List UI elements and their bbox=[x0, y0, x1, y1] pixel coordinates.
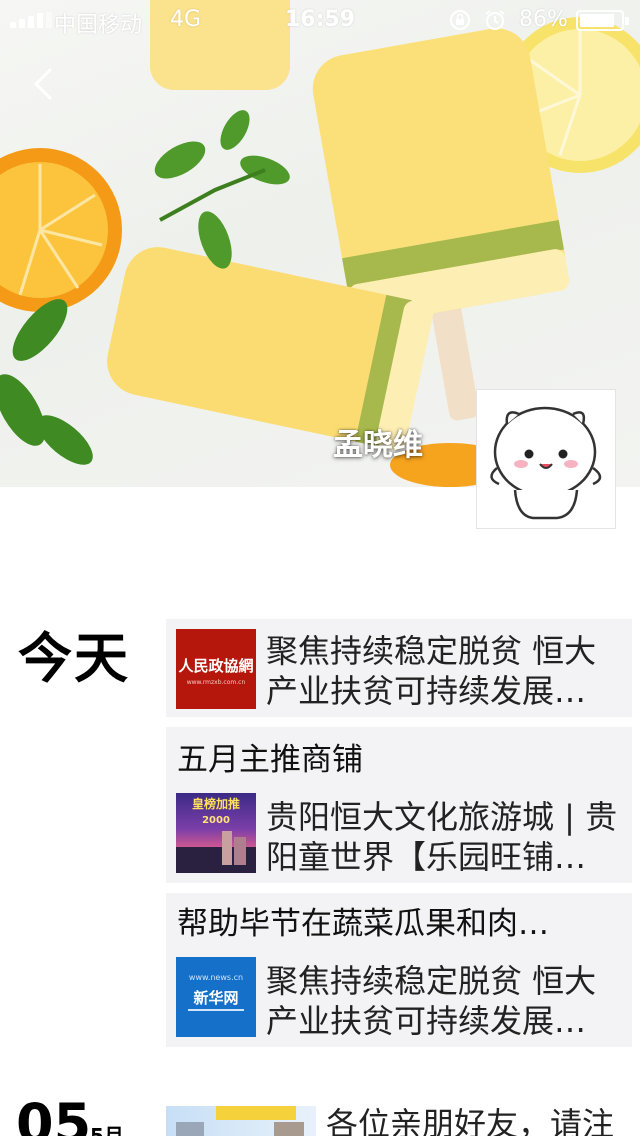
xinhua-thumbnail: www.news.cn 新华网 bbox=[176, 957, 256, 1037]
status-bar: 中国移动 4G 16:59 86% bbox=[0, 0, 640, 40]
post-title: 五月主推商铺 bbox=[177, 742, 363, 778]
thumb-caption: 皇榜加推 bbox=[191, 797, 240, 811]
mall-promo-thumbnail: 皇榜加推 2000 bbox=[176, 793, 256, 873]
rmzx-thumbnail: 人民政協網 www.rmzxb.com.cn bbox=[176, 629, 256, 709]
thumb-caption: 人民政協網 bbox=[178, 657, 254, 675]
thumb-sub: 2000 bbox=[202, 815, 230, 826]
next-post-summary[interactable]: 各位亲朋好友，请注 bbox=[326, 1104, 614, 1136]
profile-avatar[interactable] bbox=[476, 389, 616, 529]
post-summary: 聚焦持续稳定脱贫 恒大产业扶贫可持续发展… bbox=[266, 962, 597, 1040]
post-card-3[interactable]: 帮助毕节在蔬菜瓜果和肉… www.news.cn 新华网 聚焦持续稳定脱贫 恒大… bbox=[166, 893, 632, 1047]
back-chevron-icon[interactable] bbox=[28, 64, 58, 104]
alarm-icon bbox=[485, 10, 505, 30]
rotation-lock-icon bbox=[450, 10, 470, 30]
thumb-sub: www.news.cn bbox=[188, 973, 244, 982]
post-card-2[interactable]: 五月主推商铺 皇榜加推 2000 贵阳恒大文化旅游城 | 贵阳童世界【乐园旺铺… bbox=[166, 727, 632, 883]
post-summary: 聚焦持续稳定脱贫 恒大产业扶贫可持续发展… bbox=[266, 632, 597, 710]
post-title: 帮助毕节在蔬菜瓜果和肉… bbox=[177, 906, 549, 942]
thumb-sub: www.rmzxb.com.cn bbox=[186, 679, 246, 686]
moments-page: 中国移动 4G 16:59 86% 孟晓维 今天 人民政協網 www.rmzxb… bbox=[0, 0, 640, 1136]
battery-percent: 86% bbox=[519, 7, 568, 32]
profile-name: 孟晓维 bbox=[333, 428, 423, 463]
date-day: 05 bbox=[16, 1092, 92, 1136]
battery-level-fill bbox=[580, 14, 615, 27]
date-block: 05 5月 bbox=[16, 1092, 124, 1136]
white-cat-avatar-icon bbox=[490, 406, 602, 520]
date-month: 5月 bbox=[90, 1124, 124, 1136]
post-summary: 贵阳恒大文化旅游城 | 贵阳童世界【乐园旺铺… bbox=[266, 798, 618, 876]
next-post-thumbnail[interactable] bbox=[166, 1106, 316, 1136]
thumb-caption: 新华网 bbox=[193, 989, 239, 1007]
battery-icon bbox=[576, 10, 629, 31]
post-card-1[interactable]: 人民政協網 www.rmzxb.com.cn 聚焦持续稳定脱贫 恒大产业扶贫可持… bbox=[166, 619, 632, 717]
today-label: 今天 bbox=[18, 627, 130, 690]
